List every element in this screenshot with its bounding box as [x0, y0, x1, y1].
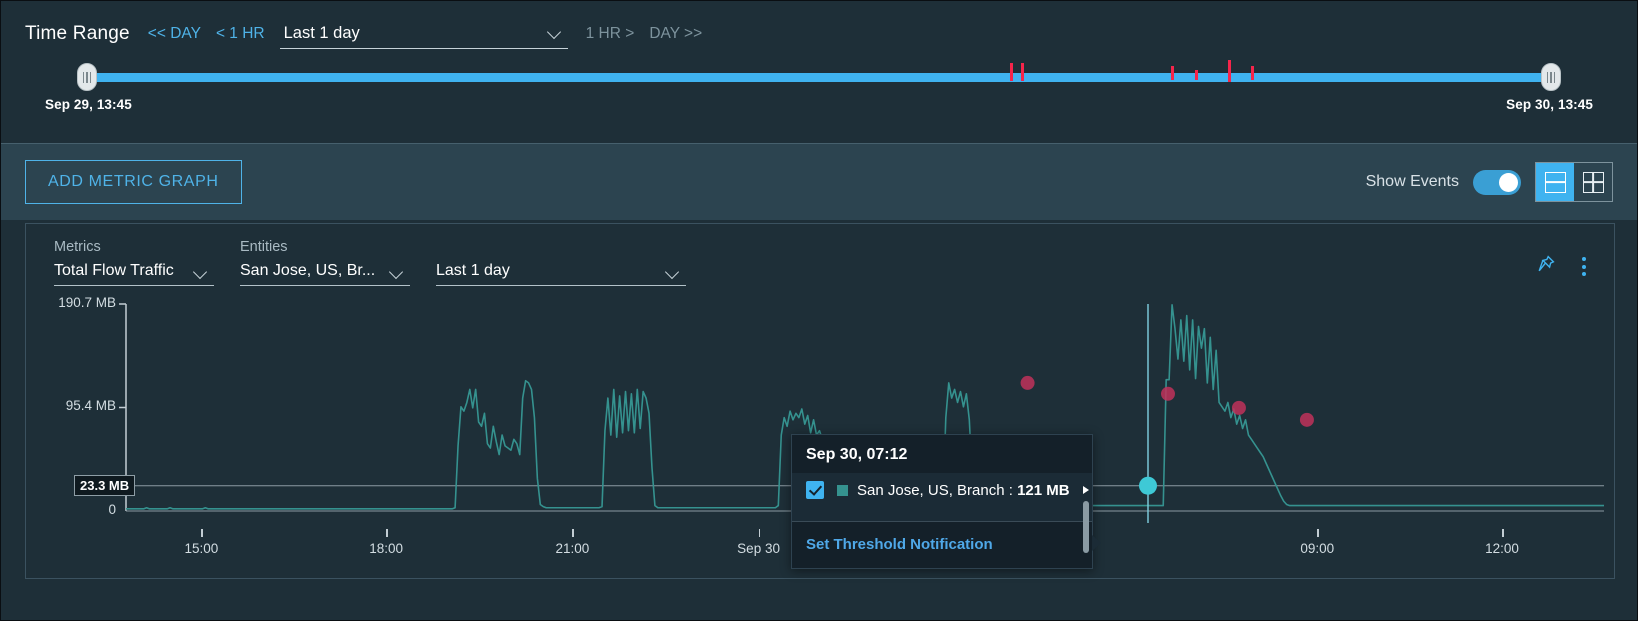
chart-tooltip: Sep 30, 07:12 San Jose, US, Branch : 121… [791, 434, 1101, 569]
slider-event-mark [1227, 60, 1231, 82]
threshold-value-badge[interactable]: 23.3 MB [74, 474, 136, 496]
single-row-view-icon [1544, 171, 1566, 193]
tooltip-timestamp: Sep 30, 07:12 [806, 446, 908, 463]
slider-handle-end[interactable] [1541, 63, 1561, 91]
slider-event-mark [1021, 63, 1025, 81]
card-time-selector-group: Last 1 day [436, 239, 686, 286]
toggle-knob [1499, 172, 1518, 192]
x-axis-tick [201, 529, 203, 537]
time-range-header: Time Range << DAY < 1 HR Last 1 day 1 HR… [1, 1, 1637, 144]
tooltip-series-text: San Jose, US, Branch : 121 MB [857, 482, 1070, 499]
time-range-select[interactable]: Last 1 day [279, 20, 568, 49]
card-action-icons [1536, 253, 1590, 280]
x-axis-tick [758, 529, 761, 537]
card-time-spacer [436, 239, 686, 255]
show-events-label: Show Events [1365, 173, 1459, 190]
metric-graph-controls: Metrics Total Flow Traffic Entities San … [26, 224, 1614, 286]
slider-track[interactable] [91, 73, 1547, 82]
set-threshold-notification-link[interactable]: Set Threshold Notification [806, 536, 993, 553]
prev-day-button[interactable]: << DAY [148, 25, 201, 43]
chevron-down-icon [391, 267, 404, 275]
tooltip-series-row: San Jose, US, Branch : 121 MB [806, 481, 1089, 499]
y-axis-tick-label: 190.7 MB [58, 295, 116, 310]
time-range-controls: Time Range << DAY < 1 HR Last 1 day 1 HR… [1, 1, 1637, 49]
next-day-button[interactable]: DAY >> [649, 25, 702, 43]
time-range-slider[interactable] [77, 60, 1561, 91]
x-axis-tick-label: Sep 30 [737, 541, 780, 556]
card-time-select[interactable]: Last 1 day [436, 260, 686, 286]
add-metric-graph-button[interactable]: ADD METRIC GRAPH [25, 160, 242, 204]
metrics-select-value: Total Flow Traffic [54, 262, 174, 279]
card-time-select-value: Last 1 day [436, 262, 510, 279]
x-axis-tick [572, 529, 574, 537]
slider-handle-start[interactable] [77, 63, 97, 91]
x-axis-tick-label: 18:00 [369, 541, 404, 556]
entities-select[interactable]: San Jose, US, Br... [240, 260, 410, 286]
tooltip-series-checkbox[interactable] [806, 481, 824, 499]
grid-view-icon [1582, 171, 1604, 193]
slider-event-mark [1009, 63, 1013, 81]
tooltip-scrollbar[interactable] [1083, 501, 1089, 553]
metrics-selector-group: Metrics Total Flow Traffic [54, 239, 214, 286]
view-single-button[interactable] [1536, 163, 1574, 201]
slider-event-mark [1171, 66, 1175, 80]
chevron-down-icon [667, 267, 680, 275]
chevron-down-icon [549, 27, 562, 35]
y-axis-tick-label: 95.4 MB [65, 398, 116, 414]
tooltip-expand-arrow-icon[interactable] [1082, 486, 1089, 494]
next-hour-button[interactable]: 1 HR > [586, 25, 635, 43]
tooltip-pointer [1092, 535, 1101, 551]
x-axis-tick-label: 15:00 [184, 541, 219, 556]
entities-label: Entities [240, 239, 288, 255]
prev-hour-button[interactable]: < 1 HR [216, 25, 265, 43]
x-axis-tick-label: 09:00 [1300, 541, 1335, 556]
entities-select-value: San Jose, US, Br... [240, 262, 376, 279]
tooltip-series-label: San Jose, US, Branch [857, 481, 1005, 499]
slider-event-mark [1251, 66, 1255, 80]
time-range-select-value: Last 1 day [283, 23, 360, 42]
tooltip-series-color-swatch [837, 484, 848, 496]
range-start-label: Sep 29, 13:45 [45, 97, 132, 112]
pin-icon[interactable] [1536, 254, 1556, 279]
y-axis-tick-label: 0 [108, 502, 116, 517]
x-axis-tick [1317, 529, 1319, 537]
range-end-label: Sep 30, 13:45 [1506, 97, 1593, 112]
metrics-label: Metrics [54, 239, 101, 255]
entities-selector-group: Entities San Jose, US, Br... [240, 239, 410, 286]
tooltip-footer: Set Threshold Notification [792, 521, 1092, 568]
view-mode-group [1535, 162, 1613, 202]
tooltip-body: San Jose, US, Branch : 121 MB [792, 473, 1101, 553]
tooltip-separator: : [1008, 481, 1013, 499]
toolbar-right-group: Show Events [1366, 162, 1613, 202]
x-axis-tick-label: 21:00 [555, 541, 590, 556]
slider-event-mark [1195, 70, 1199, 80]
slider-range-labels: Sep 29, 13:45 Sep 30, 13:45 [1, 87, 1637, 112]
x-axis-tick [1502, 529, 1504, 537]
time-range-title: Time Range [25, 23, 130, 44]
show-events-toggle[interactable] [1473, 169, 1521, 195]
dashboard-toolbar: ADD METRIC GRAPH Show Events [1, 144, 1637, 220]
chevron-down-icon [195, 267, 208, 275]
more-vertical-icon[interactable] [1578, 253, 1590, 280]
x-axis-tick-label: 12:00 [1485, 541, 1519, 556]
metrics-select[interactable]: Total Flow Traffic [54, 260, 214, 286]
view-grid-button[interactable] [1574, 163, 1612, 201]
tooltip-series-value: 121 MB [1017, 481, 1070, 499]
metrics-dashboard: Time Range << DAY < 1 HR Last 1 day 1 HR… [0, 0, 1638, 621]
x-axis-tick [386, 529, 388, 537]
